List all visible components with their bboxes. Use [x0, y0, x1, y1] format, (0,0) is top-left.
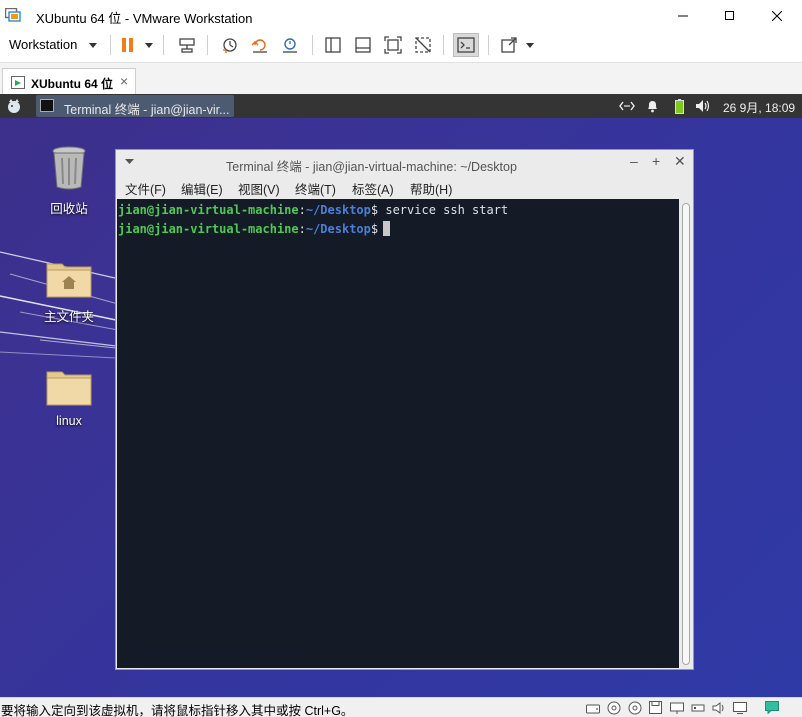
display-icon[interactable]: [732, 700, 747, 715]
vm-tab[interactable]: XUbuntu 64 位 ×: [2, 68, 136, 95]
folder-icon: [46, 371, 92, 406]
vm-tab-strip: XUbuntu 64 位 ×: [0, 62, 802, 95]
terminal-minimize-button[interactable]: –: [630, 153, 638, 169]
notification-bell-icon[interactable]: [644, 98, 660, 114]
cd-dvd-icon[interactable]: [606, 700, 621, 715]
terminal-line: jian@jian-virtual-machine:~/Desktop$: [118, 221, 391, 236]
network-icon[interactable]: [669, 700, 684, 715]
status-message: 要将输入定向到该虚拟机，请将鼠标指针移入其中或按 Ctrl+G。: [1, 704, 354, 717]
terminal-scrollbar[interactable]: [680, 199, 692, 668]
terminal-scrollbar-thumb[interactable]: [682, 203, 690, 665]
view-library-button[interactable]: [322, 34, 344, 56]
guest-desktop[interactable]: Terminal 终端 - jian@jian-vir... 26 9月, 18…: [0, 94, 802, 697]
terminal-app-icon: [40, 99, 54, 112]
menu-help[interactable]: 帮助(H): [410, 179, 452, 198]
desktop-icon-home-folder[interactable]: 主文件夹: [29, 256, 109, 326]
menu-terminal[interactable]: 终端(T): [295, 179, 336, 198]
trash-icon: [52, 146, 86, 190]
xfce-panel: Terminal 终端 - jian@jian-vir... 26 9月, 18…: [0, 94, 802, 118]
close-button[interactable]: [754, 0, 800, 31]
toolbar: Workstation: [0, 31, 802, 59]
terminal-cursor: [383, 221, 391, 236]
minimize-button[interactable]: [660, 0, 706, 31]
terminal-title: Terminal 终端 - jian@jian-virtual-machine:…: [226, 160, 517, 174]
revert-snapshot-button[interactable]: [249, 34, 271, 56]
unity-button[interactable]: [412, 34, 434, 56]
console-view-button[interactable]: [453, 33, 479, 57]
snapshot-button[interactable]: [219, 34, 241, 56]
view-library-icon: [325, 37, 341, 53]
terminal-window: Terminal 终端 - jian@jian-virtual-machine:…: [115, 149, 694, 670]
snapshot-icon: [223, 38, 237, 53]
close-icon: [772, 10, 782, 21]
unity-icon: [415, 37, 431, 53]
volume-icon[interactable]: [695, 98, 711, 114]
cd-dvd-2-icon[interactable]: [627, 700, 642, 715]
xfce-menu-icon[interactable]: [6, 98, 22, 114]
workstation-dropdown-icon[interactable]: [89, 43, 97, 48]
fullscreen-icon: [384, 36, 402, 54]
pause-button[interactable]: [117, 34, 139, 56]
window-title: XUbuntu 64 位 - VMware Workstation: [36, 11, 253, 26]
menu-edit[interactable]: 编辑(E): [181, 179, 223, 198]
status-bar: 要将输入定向到该虚拟机，请将鼠标指针移入其中或按 Ctrl+G。: [0, 697, 802, 717]
snapshot-manager-icon: [283, 38, 297, 53]
snapshot-manager-button[interactable]: [279, 34, 301, 56]
menu-file[interactable]: 文件(F): [125, 179, 166, 198]
send-keys-icon: [179, 38, 195, 53]
terminal-close-button[interactable]: ✕: [674, 153, 686, 170]
menu-view[interactable]: 视图(V): [238, 179, 280, 198]
hard-disk-icon[interactable]: [585, 700, 600, 715]
battery-icon[interactable]: [671, 98, 687, 114]
message-icon[interactable]: [764, 700, 779, 715]
terminal-line: jian@jian-virtual-machine:~/Desktop$ ser…: [118, 203, 509, 217]
vmware-logo-icon: [5, 8, 21, 22]
network-tray-icon[interactable]: [619, 98, 635, 114]
view-thumbnail-button[interactable]: [352, 34, 374, 56]
pause-icon: [122, 38, 133, 52]
vm-tab-close-button[interactable]: ×: [120, 73, 128, 89]
stretch-icon: [501, 37, 517, 53]
desktop-icon-label: linux: [56, 414, 82, 428]
desktop-icon-linux-folder[interactable]: linux: [29, 364, 109, 434]
fullscreen-button[interactable]: [382, 34, 404, 56]
terminal-maximize-button[interactable]: +: [652, 153, 660, 169]
pause-dropdown-icon[interactable]: [145, 43, 153, 48]
vm-tab-icon: [11, 76, 25, 89]
window-menu-icon[interactable]: [125, 159, 134, 165]
minimize-icon: [678, 15, 688, 16]
view-thumbnail-icon: [355, 37, 371, 53]
maximize-button[interactable]: [707, 0, 753, 31]
terminal-menubar: 文件(F) 编辑(E) 视图(V) 终端(T) 标签(A) 帮助(H): [116, 176, 693, 198]
floppy-icon[interactable]: [648, 700, 663, 715]
revert-snapshot-icon: [251, 39, 267, 53]
taskbar-terminal-button[interactable]: Terminal 终端 - jian@jian-vir...: [36, 95, 234, 117]
panel-clock[interactable]: 26 9月, 18:09: [723, 99, 795, 116]
taskbar-terminal-label: Terminal 终端 - jian@jian-vir...: [64, 103, 230, 117]
stretch-dropdown-icon[interactable]: [526, 43, 534, 48]
send-ctrl-alt-del-button[interactable]: [176, 34, 198, 56]
terminal-output[interactable]: jian@jian-virtual-machine:~/Desktop$ ser…: [117, 199, 679, 668]
home-folder-icon: [46, 263, 92, 298]
vm-tab-label: XUbuntu 64 位: [31, 77, 114, 91]
title-bar: XUbuntu 64 位 - VMware Workstation: [0, 0, 802, 31]
desktop-icon-trash[interactable]: 回收站: [29, 142, 109, 218]
terminal-titlebar[interactable]: Terminal 终端 - jian@jian-virtual-machine:…: [116, 150, 693, 175]
workstation-menu-button[interactable]: Workstation: [9, 37, 77, 52]
usb-icon[interactable]: [690, 700, 705, 715]
desktop-icon-label: 回收站: [50, 202, 88, 216]
menu-tabs[interactable]: 标签(A): [352, 179, 394, 198]
console-view-icon: [457, 37, 475, 53]
desktop-icon-label: 主文件夹: [43, 310, 94, 324]
sound-icon[interactable]: [711, 700, 726, 715]
stretch-button[interactable]: [498, 34, 520, 56]
vmware-window: XUbuntu 64 位 - VMware Workstation Workst…: [0, 0, 802, 717]
maximize-icon: [725, 10, 734, 20]
